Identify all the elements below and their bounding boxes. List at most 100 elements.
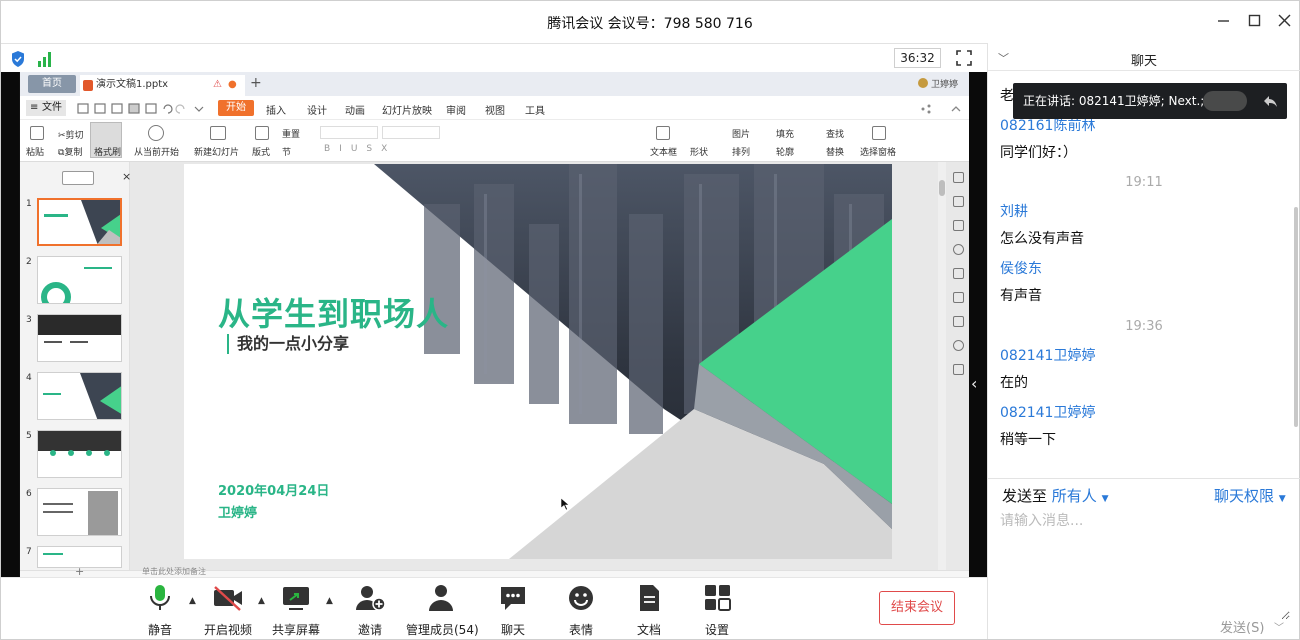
- select-pane-label[interactable]: 选择窗格: [860, 145, 896, 158]
- collapse-ribbon-icon[interactable]: [950, 103, 962, 115]
- paste-icon[interactable]: [30, 126, 44, 140]
- image-icon[interactable]: [953, 364, 964, 375]
- paste-label[interactable]: 粘贴: [26, 145, 44, 158]
- wps-menu-review[interactable]: 审阅: [446, 102, 466, 117]
- send-to-selector[interactable]: 发送至 所有人 ▼: [1002, 485, 1109, 506]
- wps-user[interactable]: 卫婷婷: [917, 77, 958, 90]
- mute-options-caret[interactable]: ▲: [189, 596, 196, 606]
- slide-thumb-3[interactable]: [37, 314, 122, 362]
- collapse-panel-icon[interactable]: ‹: [971, 374, 977, 393]
- end-meeting-button[interactable]: 结束会议: [879, 591, 955, 625]
- send-options-caret[interactable]: ﹀: [1274, 619, 1284, 634]
- copy-button[interactable]: ⧉复制: [58, 145, 82, 158]
- share-options-caret[interactable]: ▲: [326, 596, 333, 606]
- tool-icon[interactable]: [953, 268, 964, 279]
- slide-thumb-6[interactable]: [37, 488, 122, 536]
- layout-icon[interactable]: [255, 126, 269, 140]
- tool-icon[interactable]: [953, 292, 964, 303]
- invite-button[interactable]: 邀请: [353, 584, 387, 638]
- slide-date[interactable]: 2020年04月24日: [218, 480, 329, 499]
- slide-number: 5: [26, 431, 32, 441]
- reply-icon[interactable]: [1261, 92, 1279, 110]
- tool-icon[interactable]: [953, 220, 964, 231]
- start-video-button[interactable]: 开启视频: [204, 584, 252, 638]
- picture-button[interactable]: 图片: [732, 127, 750, 140]
- share-icon[interactable]: [920, 103, 932, 115]
- send-to-value[interactable]: 所有人: [1052, 487, 1097, 505]
- chat-sender-name[interactable]: 082141卫婷婷: [1000, 402, 1095, 422]
- arrange-button[interactable]: 排列: [732, 145, 750, 158]
- slide-thumb-5[interactable]: [37, 430, 122, 478]
- textbox-icon[interactable]: [656, 126, 670, 140]
- emoji-button[interactable]: 表情: [564, 584, 598, 638]
- chat-sender-name[interactable]: 082141卫婷婷: [1000, 345, 1095, 365]
- new-tab-icon[interactable]: +: [250, 75, 262, 91]
- chat-permission-button[interactable]: 聊天权限 ▼: [1214, 485, 1286, 506]
- shield-icon[interactable]: [10, 50, 26, 68]
- wps-menu-slideshow[interactable]: 幻灯片放映: [382, 102, 432, 117]
- wps-menu-tools[interactable]: 工具: [525, 102, 545, 117]
- fill-button[interactable]: 填充: [776, 127, 794, 140]
- chat-message-input[interactable]: [1000, 510, 1290, 620]
- close-icon[interactable]: [1275, 11, 1295, 31]
- wps-tab-home[interactable]: 首页: [28, 75, 76, 93]
- wps-menu-animation[interactable]: 动画: [345, 102, 365, 117]
- history-icon[interactable]: [953, 340, 964, 351]
- tool-icon[interactable]: [953, 172, 964, 183]
- tool-icon[interactable]: [953, 316, 964, 327]
- reset-button[interactable]: 重置: [282, 127, 300, 140]
- replace-button[interactable]: 替换: [826, 145, 844, 158]
- chat-scrollbar[interactable]: [1294, 207, 1298, 427]
- tool-icon[interactable]: [953, 244, 964, 255]
- font-style-buttons[interactable]: BIUSX: [324, 144, 396, 154]
- current-slide[interactable]: 从学生到职场人 我的一点小分享 2020年04月24日 卫婷婷: [184, 164, 892, 559]
- from-current-label[interactable]: 从当前开始: [134, 145, 179, 158]
- shape-button[interactable]: 形状: [690, 145, 708, 158]
- wps-menu-insert[interactable]: 插入: [266, 102, 286, 117]
- tool-icon[interactable]: [953, 196, 964, 207]
- play-icon[interactable]: [148, 125, 164, 141]
- chat-button[interactable]: 聊天: [496, 584, 530, 638]
- manage-members-button[interactable]: 管理成员(54): [406, 584, 479, 638]
- send-button[interactable]: 发送(S): [1220, 617, 1264, 636]
- new-slide-icon[interactable]: [210, 126, 226, 140]
- notes-hint[interactable]: 单击此处添加备注: [142, 566, 206, 577]
- slide-thumb-1[interactable]: [37, 198, 122, 246]
- scrollbar-thumb[interactable]: [939, 180, 945, 196]
- slide-title[interactable]: 从学生到职场人: [218, 289, 449, 335]
- chat-sender-name[interactable]: 刘耕: [1000, 201, 1028, 221]
- find-button[interactable]: 查找: [826, 127, 844, 140]
- slide-thumb-4[interactable]: [37, 372, 122, 420]
- fullscreen-icon[interactable]: [954, 48, 974, 68]
- cut-button[interactable]: ✂剪切: [58, 128, 84, 141]
- slide-author[interactable]: 卫婷婷: [218, 502, 257, 521]
- wps-menu-design[interactable]: 设计: [307, 102, 327, 117]
- chat-sender-name[interactable]: 侯俊东: [1000, 258, 1042, 278]
- select-pane-icon[interactable]: [872, 126, 886, 140]
- caret-down-icon[interactable]: ▼: [1102, 494, 1109, 504]
- video-options-caret[interactable]: ▲: [258, 596, 265, 606]
- textbox-label[interactable]: 文本框: [650, 145, 677, 158]
- signal-icon[interactable]: [37, 50, 53, 68]
- maximize-icon[interactable]: [1245, 11, 1265, 31]
- outline-button[interactable]: 轮廓: [776, 145, 794, 158]
- layout-label[interactable]: 版式: [252, 145, 270, 158]
- minimize-icon[interactable]: [1214, 11, 1234, 31]
- settings-button[interactable]: 设置: [700, 584, 734, 638]
- slide-subtitle[interactable]: 我的一点小分享: [227, 334, 349, 354]
- wps-file-menu[interactable]: ≡ 文件: [26, 100, 66, 116]
- share-screen-button[interactable]: 共享屏幕: [272, 584, 320, 638]
- mute-button[interactable]: 静音: [143, 584, 177, 638]
- slide-scrollbar[interactable]: [938, 162, 946, 578]
- wps-tab-document[interactable]: 演示文稿1.pptx ⚠ ●: [80, 75, 245, 96]
- new-slide-label[interactable]: 新建幻灯片: [194, 145, 239, 158]
- view-toggle[interactable]: [62, 171, 94, 185]
- font-size-select[interactable]: [382, 126, 440, 139]
- section-button[interactable]: 节: [282, 145, 291, 158]
- docs-button[interactable]: 文档: [632, 584, 666, 638]
- wps-menu-view[interactable]: 视图: [485, 102, 505, 117]
- font-name-select[interactable]: [320, 126, 378, 139]
- quick-access-icons[interactable]: [76, 102, 206, 116]
- slide-thumb-2[interactable]: [37, 256, 122, 304]
- wps-menu-start[interactable]: 开始: [218, 100, 254, 116]
